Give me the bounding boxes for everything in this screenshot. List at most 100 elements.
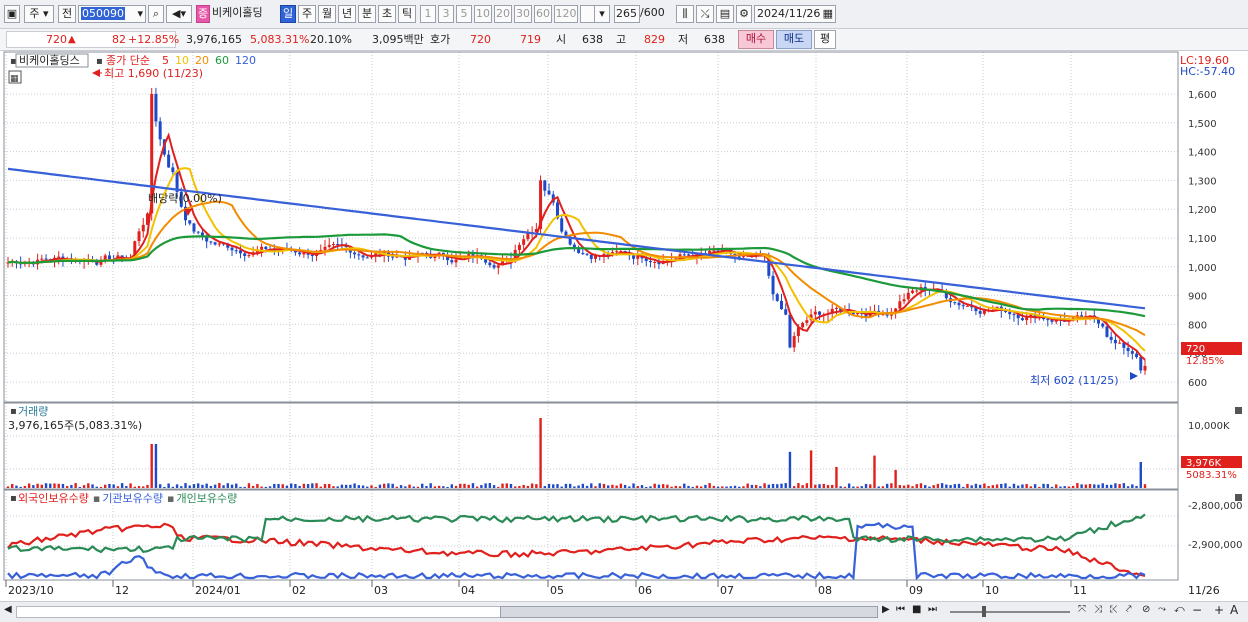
x-end-label: 11/26 — [1188, 584, 1220, 597]
volume-bar — [535, 484, 538, 488]
volume-bar — [573, 486, 576, 488]
holding-close-icon[interactable] — [1235, 494, 1242, 501]
step-120[interactable]: 120 — [554, 5, 578, 23]
candle-body — [965, 305, 969, 307]
candle-body — [141, 224, 145, 232]
volume-bar — [1071, 485, 1075, 488]
volume-bar — [928, 486, 931, 488]
tool-icon-4[interactable]: ⤤ — [1126, 604, 1132, 615]
chevron-down-icon[interactable]: ▾ — [594, 5, 610, 23]
fast-forward-icon[interactable]: ⏭ — [928, 604, 937, 615]
chart-toolbar: ▣ 주 ▾ 전 050090 ▾ ⌕ ◀▾ 증 비케이홀딩 일 주 월 년 분 … — [0, 0, 1248, 29]
candle-body — [805, 320, 809, 323]
avg-button[interactable]: 평 — [814, 30, 836, 49]
tool-icon-7[interactable]: ⤺ — [1174, 604, 1185, 615]
zoom-slider[interactable] — [950, 611, 1070, 613]
zoom-slider-thumb[interactable] — [982, 606, 986, 617]
step-5[interactable]: 5 — [456, 5, 472, 23]
step-30[interactable]: 30 — [514, 5, 532, 23]
buy-button[interactable]: 매수 — [738, 30, 774, 49]
interval-year[interactable]: 년 — [338, 5, 356, 23]
volume-close-icon[interactable] — [1235, 407, 1242, 414]
candle-body — [585, 253, 589, 255]
candle-body — [581, 252, 585, 254]
ma-line-20 — [7, 200, 1146, 336]
candle-icon[interactable]: ⫼ — [676, 5, 694, 23]
auto-scale-icon[interactable]: A — [1230, 603, 1238, 617]
chart-area[interactable]: ▪ 비케이홀딩스 ▪ 종가 단순 5 10 20 60 120 ▦ 최고 1,690 (… — [0, 51, 1248, 601]
scroll-thumb[interactable] — [500, 606, 878, 618]
save-icon[interactable]: ▤ — [716, 5, 734, 23]
volume-bar — [522, 484, 525, 488]
scroll-left-icon[interactable]: ◀ — [4, 604, 12, 615]
draw-line-icon[interactable]: ⤯ — [696, 5, 714, 23]
volume-bar — [657, 484, 661, 488]
price-chart-svg[interactable]: ▪ 비케이홀딩스 ▪ 종가 단순 5 10 20 60 120 ▦ 최고 1,690 (… — [0, 51, 1248, 601]
search-icon[interactable]: ⌕ — [148, 5, 164, 23]
interval-tick[interactable]: 틱 — [398, 5, 416, 23]
interval-month[interactable]: 월 — [318, 5, 336, 23]
tool-icon-1[interactable]: ⤧ — [1078, 604, 1086, 615]
count-input[interactable]: 265 — [614, 5, 640, 23]
step-20[interactable]: 20 — [494, 5, 512, 23]
volume-bar — [1097, 484, 1100, 488]
step-1[interactable]: 1 — [420, 5, 436, 23]
price-y-tick: 900 — [1188, 292, 1207, 303]
stock-code-input[interactable]: 050090 ▾ — [78, 5, 146, 23]
volume-bar — [670, 486, 673, 488]
step-3[interactable]: 3 — [438, 5, 454, 23]
sell-button[interactable]: 매도 — [776, 30, 812, 49]
period-select[interactable]: 주 ▾ — [24, 5, 54, 23]
x-axis-label: 02 — [292, 584, 306, 597]
candle-body — [547, 190, 551, 195]
current-price-tag-text: 720 — [1186, 344, 1205, 355]
volume-bar — [645, 486, 648, 488]
volume-bar — [915, 484, 918, 488]
candle-body — [40, 258, 44, 260]
scroll-right-icon[interactable]: ▶ — [882, 604, 890, 615]
step-60[interactable]: 60 — [534, 5, 552, 23]
rewind-icon[interactable]: ⏮ — [896, 604, 905, 615]
x-axis: 2023/10 12 2024/01 02 03 04 05 06 07 08 09 10 11 — [5, 580, 1087, 597]
x-axis-label: 05 — [550, 584, 564, 597]
volume-bar — [99, 486, 103, 488]
interval-minute[interactable]: 분 — [358, 5, 376, 23]
volume-bar — [256, 483, 259, 488]
interval-day[interactable]: 일 — [280, 5, 296, 23]
chevron-down-icon[interactable]: ▾ — [137, 6, 143, 22]
candle-body — [492, 265, 496, 268]
candle-body — [238, 250, 242, 254]
candle-body — [560, 218, 564, 232]
step-10[interactable]: 10 — [474, 5, 492, 23]
volume-bar — [873, 455, 876, 488]
stop-icon[interactable]: ■ — [912, 604, 921, 615]
gear-icon[interactable]: ⚙ — [736, 5, 752, 23]
low-label: 저 — [678, 33, 689, 46]
tool-icon-6[interactable]: ⤳ — [1158, 604, 1166, 615]
interval-second[interactable]: 초 — [378, 5, 396, 23]
zoom-in-icon[interactable]: + — [1214, 603, 1224, 617]
tool-icon-5[interactable]: ⊘ — [1142, 604, 1150, 615]
candle-body — [1109, 336, 1113, 340]
price-y-tick: 1,200 — [1188, 205, 1217, 216]
date-input[interactable]: 2024/11/26 ▦ — [754, 5, 836, 23]
layout-icon[interactable]: ▣ — [4, 5, 20, 23]
interval-week[interactable]: 주 — [298, 5, 316, 23]
price-y-tick: 1,400 — [1188, 148, 1217, 159]
tool-icon-3[interactable]: ⤪ — [1110, 604, 1118, 615]
chart-scrollbar[interactable]: ◀ ▶ ⏮ ■ ⏭ ⤧ ⤨ ⤪ ⤤ ⊘ ⤳ ⤺ − + A — [0, 601, 1248, 622]
candle-body — [1012, 314, 1016, 316]
volume-bar — [1076, 483, 1079, 488]
volume-y-tick: 10,000K — [1188, 421, 1230, 432]
volume-bar — [492, 485, 496, 488]
volume-bar — [1143, 484, 1147, 488]
volume-bar — [471, 483, 475, 488]
tool-icon-2[interactable]: ⤨ — [1094, 604, 1102, 615]
prev-button[interactable]: 전 — [58, 5, 76, 23]
candle-body — [522, 239, 526, 245]
calendar-icon[interactable]: ▦ — [823, 6, 833, 22]
sound-icon[interactable]: ◀▾ — [166, 5, 192, 23]
zoom-out-icon[interactable]: − — [1192, 603, 1202, 617]
volume-bar — [209, 485, 213, 488]
price-y-tick: 600 — [1188, 378, 1207, 389]
